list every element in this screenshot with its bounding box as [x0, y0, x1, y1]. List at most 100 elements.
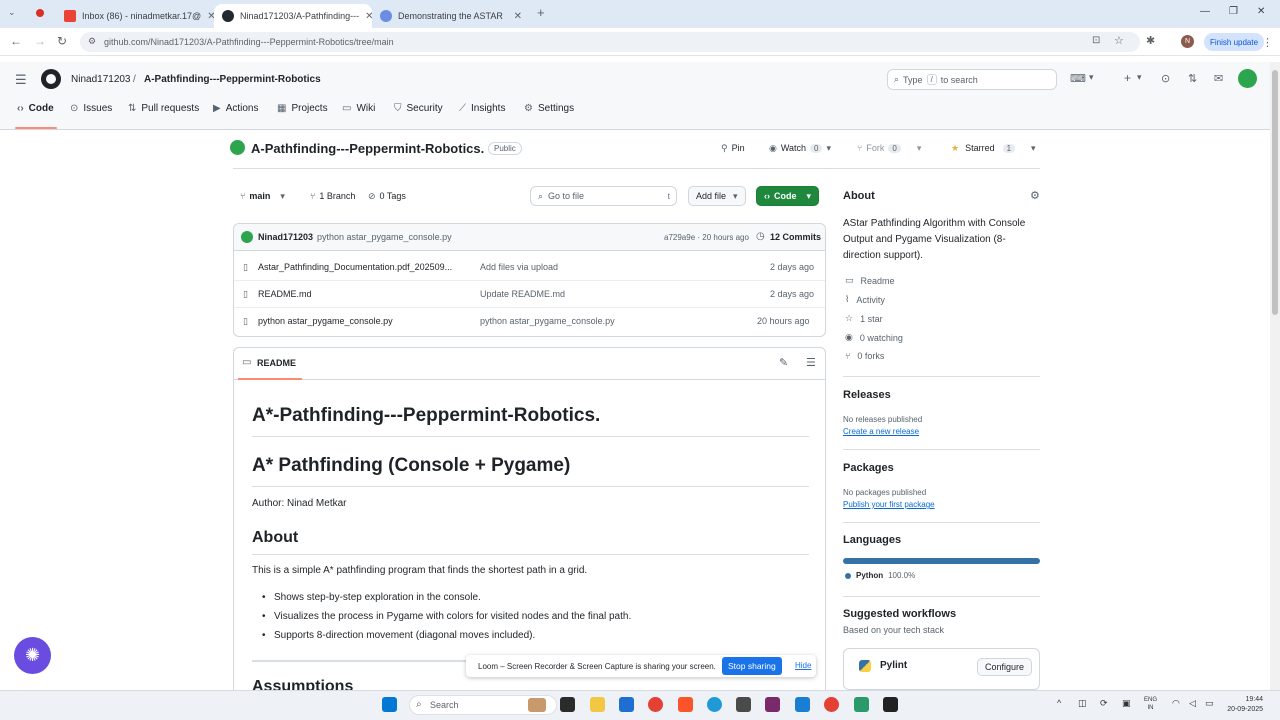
browser-tab-astar[interactable]: Demonstrating the ASTAR ✕ [372, 4, 530, 28]
tray-icon[interactable]: ◫ [1078, 698, 1087, 709]
hamburger-menu-icon[interactable]: ☰ [15, 72, 27, 88]
address-bar[interactable]: ⚙ github.com/Ninad171203/A-Pathfinding--… [80, 32, 1140, 52]
install-app-icon[interactable]: ⊡ [1092, 35, 1100, 46]
starred-button[interactable]: ★ Starred 1 ▾ [944, 138, 1043, 158]
finish-update-button[interactable]: Finish update [1204, 33, 1265, 51]
profile-avatar[interactable]: N [1181, 35, 1194, 48]
tab-search-chevron-icon[interactable]: ⌄ [8, 7, 16, 18]
branches-link[interactable]: ⑂ 1 Branch [303, 186, 362, 206]
inbox-icon[interactable]: ✉ [1214, 72, 1223, 85]
app-icon[interactable] [736, 697, 751, 712]
forward-icon[interactable]: → [34, 34, 46, 48]
commits-link[interactable]: 12 Commits [770, 232, 821, 242]
outline-list-icon[interactable]: ☰ [806, 356, 816, 369]
file-name[interactable]: python astar_pygame_console.py [258, 316, 393, 326]
vs-icon[interactable] [854, 697, 869, 712]
wifi-icon[interactable]: ◠ [1172, 698, 1180, 709]
branch-selector[interactable]: ⑂ main ▾ [233, 186, 292, 206]
windows-start-icon[interactable] [382, 697, 397, 712]
taskbar-search[interactable]: ⌕ Search [409, 695, 557, 715]
tray-icon[interactable]: ▣ [1122, 698, 1131, 709]
back-icon[interactable]: ← [10, 34, 22, 48]
brave-icon[interactable] [678, 697, 693, 712]
maximize-icon[interactable]: ❐ [1229, 6, 1238, 17]
commit-message[interactable]: python astar_pygame_console.py [317, 232, 452, 242]
task-view-icon[interactable] [560, 697, 575, 712]
store-icon[interactable] [619, 697, 634, 712]
tags-link[interactable]: ⊘ 0 Tags [361, 186, 413, 206]
create-release-link[interactable]: Create a new release [843, 427, 919, 436]
workflow-configure-button[interactable]: Configure [977, 658, 1033, 676]
edge-icon[interactable] [707, 697, 722, 712]
sidebar-item-forks[interactable]: ⑂ 0 forks [845, 351, 884, 361]
sidebar-item-watching[interactable]: ◉ 0 watching [845, 332, 903, 343]
browser-menu-icon[interactable]: ⋮ [1262, 36, 1273, 49]
file-commit-message[interactable]: Update README.md [480, 289, 565, 299]
file-row[interactable]: ▯ python astar_pygame_console.py python … [234, 308, 825, 335]
minimize-icon[interactable]: — [1200, 6, 1210, 17]
close-tab-icon[interactable]: ✕ [359, 11, 372, 22]
hide-link[interactable]: Hide [795, 661, 811, 670]
browser-tab-gmail[interactable]: Inbox (86) - ninadmetkar.17@ ✕ [56, 4, 214, 28]
go-to-file-input[interactable]: ⌕ Go to file t [530, 186, 677, 206]
readme-tab[interactable]: README [257, 358, 296, 368]
close-window-icon[interactable]: ✕ [1257, 6, 1265, 17]
extensions-icon[interactable]: ✱ [1146, 34, 1155, 47]
reload-icon[interactable]: ↻ [57, 34, 67, 48]
tab-insights[interactable]: ⟋ Insights [459, 103, 505, 114]
tab-wiki[interactable]: ▭ Wiki [342, 103, 375, 114]
volume-icon[interactable]: ◁ [1189, 698, 1196, 709]
tab-actions[interactable]: ▶ Actions [213, 103, 259, 114]
issues-icon[interactable]: ⊙ [1161, 72, 1170, 85]
about-settings-gear-icon[interactable]: ⚙ [1030, 189, 1040, 202]
site-info-icon[interactable]: ⚙ [88, 36, 96, 47]
tab-security[interactable]: ⛉ Security [394, 103, 443, 114]
bookmark-star-icon[interactable]: ☆ [1114, 34, 1124, 47]
tray-chevron-icon[interactable]: ^ [1057, 698, 1061, 708]
winrar-icon[interactable] [765, 697, 780, 712]
watch-button[interactable]: ◉ Watch 0 ▾ [762, 138, 838, 158]
tab-code[interactable]: ‹› Code [17, 103, 54, 114]
add-file-button[interactable]: Add file ▾ [688, 186, 746, 206]
close-tab-icon[interactable]: ✕ [508, 11, 522, 22]
file-explorer-icon[interactable] [590, 697, 605, 712]
tab-settings[interactable]: ⚙ Settings [524, 103, 574, 114]
sidebar-item-stars[interactable]: ☆ 1 star [845, 313, 883, 324]
commit-hash-time[interactable]: a729a9e · 20 hours ago [664, 233, 749, 242]
taskbar-clock[interactable]: 19:44 20-09-2025 [1217, 695, 1263, 715]
fork-button[interactable]: ⑂ Fork 0 ▾ [850, 138, 928, 158]
assistant-widget-button[interactable]: ✺ [14, 637, 51, 674]
new-tab-button[interactable]: + [537, 5, 545, 20]
header-owner-link[interactable]: Ninad171203 [71, 74, 131, 85]
stop-sharing-button[interactable]: Stop sharing [722, 657, 782, 675]
repo-title[interactable]: A-Pathfinding---Peppermint-Robotics. [251, 141, 484, 156]
file-name[interactable]: Astar_Pathfinding_Documentation.pdf_2025… [258, 262, 452, 272]
copilot-icon[interactable]: ⌨ [1070, 72, 1086, 85]
tab-pull-requests[interactable]: ⇅ Pull requests [128, 103, 199, 114]
commit-author[interactable]: Ninad171203 [258, 232, 313, 242]
input-language[interactable]: ENG IN [1144, 696, 1157, 712]
terminal-icon[interactable] [883, 697, 898, 712]
publish-package-link[interactable]: Publish your first package [843, 500, 935, 509]
chrome-active-icon[interactable] [824, 697, 839, 712]
tab-projects[interactable]: ▦ Projects [277, 103, 328, 114]
close-tab-icon[interactable]: ✕ [201, 11, 214, 22]
releases-heading[interactable]: Releases [843, 389, 891, 401]
packages-heading[interactable]: Packages [843, 462, 894, 474]
file-row[interactable]: ▯ README.md Update README.md 2 days ago [234, 281, 825, 308]
create-chevron-icon[interactable]: ▾ [1137, 72, 1142, 83]
pull-requests-icon[interactable]: ⇅ [1188, 72, 1197, 85]
vscode-icon[interactable] [795, 697, 810, 712]
chrome-icon[interactable] [648, 697, 663, 712]
code-button[interactable]: ‹› Code ▾ [756, 186, 820, 206]
edit-pencil-icon[interactable]: ✎ [779, 356, 788, 369]
browser-tab-github[interactable]: Ninad171203/A-Pathfinding--- ✕ [214, 4, 372, 28]
file-row[interactable]: ▯ Astar_Pathfinding_Documentation.pdf_20… [234, 254, 825, 281]
sidebar-item-readme[interactable]: ▭ Readme [845, 275, 895, 286]
battery-icon[interactable]: ▭ [1205, 698, 1214, 709]
header-search-input[interactable]: ⌕ Type / to search [887, 69, 1057, 90]
sidebar-item-activity[interactable]: ⌇ Activity [845, 294, 885, 305]
file-name[interactable]: README.md [258, 289, 312, 299]
tab-issues[interactable]: ⊙ Issues [70, 103, 112, 114]
language-legend-python[interactable]: Python 100.0% [845, 571, 915, 580]
